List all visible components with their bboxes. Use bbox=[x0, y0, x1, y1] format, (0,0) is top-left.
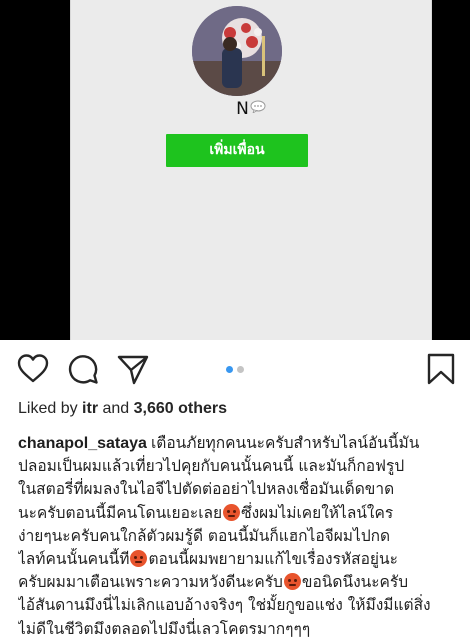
caption-line: ไลท์คนนั้นคนนี้ที ตอนนี้ผมพยายามแก้ไขเรื่… bbox=[18, 548, 463, 571]
likes-count[interactable]: 3,660 others bbox=[134, 400, 227, 417]
status-message-icon bbox=[250, 100, 266, 113]
likes-summary[interactable]: Liked by itr and 3,660 others bbox=[18, 400, 227, 418]
caption-text: ไลท์คนนั้นคนนี้ที bbox=[18, 550, 130, 569]
profile-name-text: N bbox=[236, 99, 249, 119]
angry-face-emoji-icon bbox=[130, 550, 148, 568]
caption-line: ปลอมเป็นผมแล้วเที่ยวไปคุยกับคนนั้นคนนี้ … bbox=[18, 457, 405, 476]
likes-prefix: Liked by bbox=[18, 400, 78, 417]
caption-text: เตือนภัยทุกคนนะครับสำหรับไลน์อันนี้มัน bbox=[150, 434, 420, 452]
caption-text: ครับผมมาเตือนเพราะความหวังดีนะครับ bbox=[18, 573, 283, 592]
carousel-indicator bbox=[0, 366, 470, 373]
caption-text: ซึ่งผมไม่เคยให้ไลน์ใคร bbox=[241, 503, 394, 522]
add-friend-button[interactable]: เพิ่มเพื่อน bbox=[166, 134, 308, 167]
profile-avatar bbox=[192, 6, 282, 96]
likes-connector: and bbox=[102, 400, 130, 417]
caption-line: นะครับตอนนี้มีคนโดนเยอะเลย ซึ่งผมไม่เคยให… bbox=[18, 502, 463, 525]
liked-by-user[interactable]: itr bbox=[82, 400, 98, 417]
profile-name: N bbox=[71, 99, 431, 119]
post-caption: chanapol_sataya เตือนภัยทุกคนนะครับสำหรับ… bbox=[18, 432, 463, 640]
angry-face-emoji-icon bbox=[283, 573, 301, 591]
caption-text: นะครับตอนนี้มีคนโดนเยอะเลย bbox=[18, 503, 223, 522]
action-bar bbox=[0, 340, 470, 395]
carousel-dot bbox=[237, 366, 244, 373]
caption-line: ครับผมมาเตือนเพราะความหวังดีนะครับ ขอนิดน… bbox=[18, 571, 463, 594]
bookmark-icon[interactable] bbox=[424, 352, 458, 386]
caption-text: ตอนนี้ผมพยายามแก้ไขเรื่องรหัสอยู่นะ bbox=[148, 550, 398, 569]
caption-line: ไอ้สันดานมึงนี่ไม่เลิกแอบอ้างจริงๆ ใช่มั… bbox=[18, 596, 431, 615]
caption-text: ขอนิดนึงนะครับ bbox=[301, 573, 409, 592]
post-media[interactable]: N เพิ่มเพื่อน bbox=[0, 0, 470, 340]
angry-face-emoji-icon bbox=[223, 503, 241, 521]
caption-line: ไม่ดีในชีวิตมึงตลอดไปมึงนี่เลวโคตรมากๆๆๆ bbox=[18, 619, 311, 638]
caption-line: chanapol_sataya เตือนภัยทุกคนนะครับสำหรับ… bbox=[18, 432, 463, 455]
avatar-photo bbox=[192, 6, 282, 96]
caption-line: ง่ายๆนะครับคนใกล้ตัวผมรู้ดี ตอนนี้มันก็แ… bbox=[18, 526, 391, 545]
line-profile-screenshot: N เพิ่มเพื่อน bbox=[70, 0, 432, 340]
caption-username[interactable]: chanapol_sataya bbox=[18, 435, 147, 452]
carousel-dot-active bbox=[226, 366, 233, 373]
caption-line: ในสตอรี่ที่ผมลงในไอจีไปตัดต่ออย่าไปหลงเช… bbox=[18, 480, 395, 499]
